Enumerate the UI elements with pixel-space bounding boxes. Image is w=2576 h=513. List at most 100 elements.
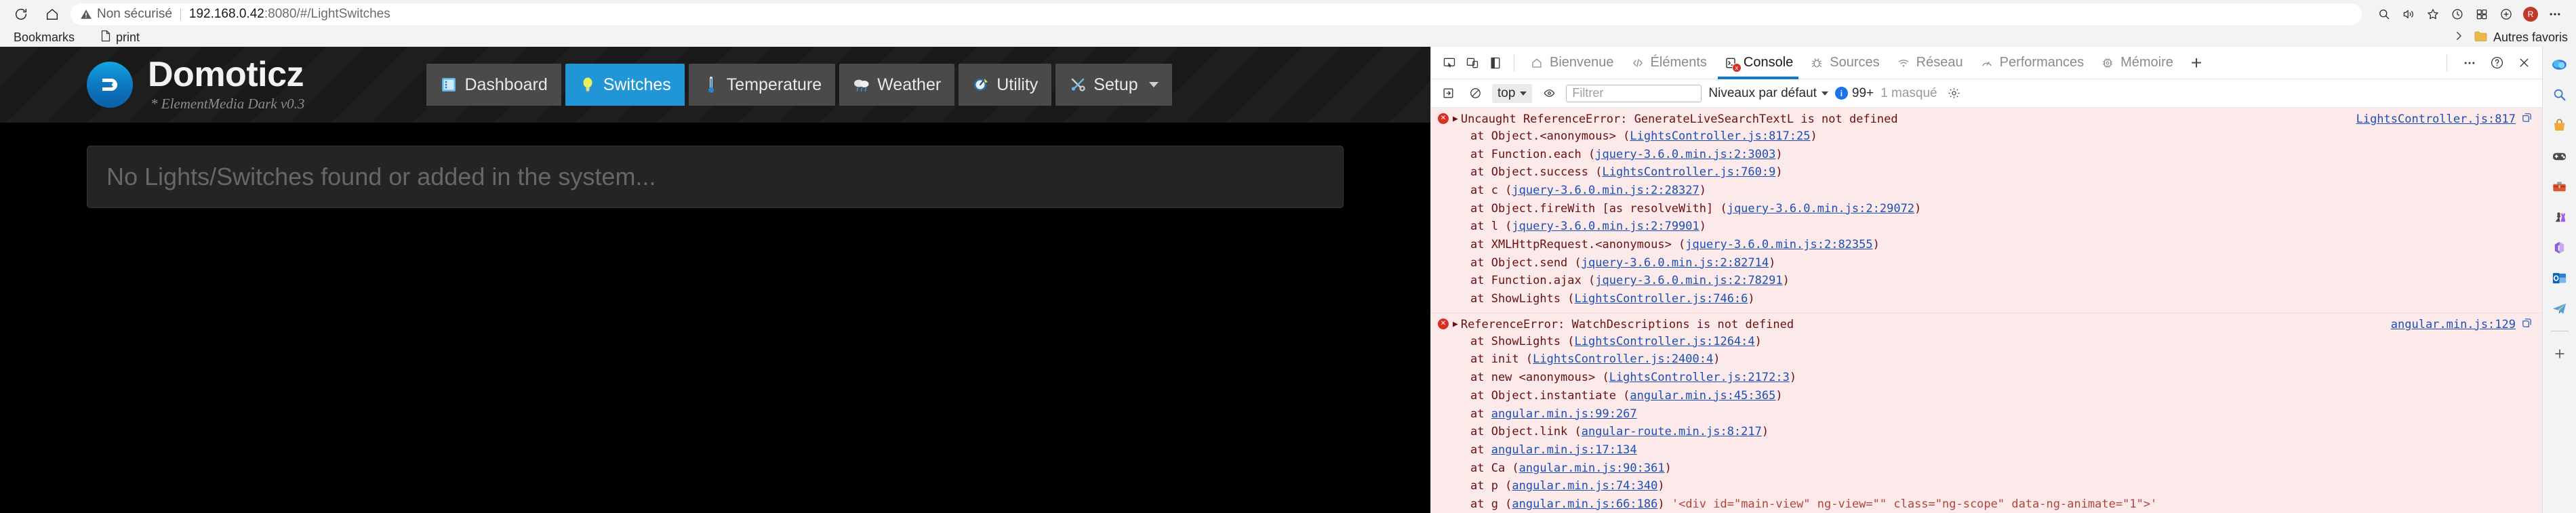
close-devtools-icon[interactable] — [2512, 52, 2535, 75]
refresh-button[interactable] — [9, 3, 33, 26]
games-icon[interactable] — [2549, 145, 2571, 167]
filter-input[interactable]: Filtrer — [1566, 84, 1702, 102]
copilot-icon[interactable] — [2549, 54, 2571, 75]
stack-link[interactable]: jquery-3.6.0.min.js:2:82714 — [1582, 256, 1769, 270]
stack-line[interactable]: at Object.instantiate (angular.min.js:45… — [1470, 387, 2542, 405]
stack-line[interactable]: at Object.send (jquery-3.6.0.min.js:2:82… — [1470, 254, 2542, 272]
browser-essentials-icon[interactable] — [2495, 3, 2518, 26]
stack-line[interactable]: at XMLHttpRequest.<anonymous> (jquery-3.… — [1470, 236, 2542, 254]
shopping-icon[interactable] — [2549, 115, 2571, 136]
security-indicator[interactable]: Non sécurisé — [80, 7, 172, 22]
stack-link[interactable]: angular.min.js:74:340 — [1512, 479, 1657, 493]
stack-line[interactable]: at ShowLights (LightsController.js:746:6… — [1470, 290, 2542, 308]
stack-link[interactable]: angular.min.js:99:267 — [1491, 407, 1637, 421]
read-aloud-icon[interactable] — [2397, 3, 2420, 26]
profile-avatar[interactable]: R — [2519, 3, 2542, 26]
expand-arrow-icon[interactable]: ▶ — [1453, 114, 1458, 124]
stack-line[interactable]: at Object.<anonymous> (LightsController.… — [1470, 127, 2542, 146]
stack-line[interactable]: at g (angular.min.js:66:186) '<div id="m… — [1470, 495, 2542, 513]
bookmarks-overflow-icon[interactable] — [2453, 30, 2465, 45]
tab-reseau[interactable]: Réseau — [1888, 49, 1971, 77]
stack-line[interactable]: at Object.link (angular-route.min.js:8:2… — [1470, 423, 2542, 441]
stack-line[interactable]: at angular.min.js:99:267 — [1470, 405, 2542, 424]
stack-line[interactable]: at c (jquery-3.6.0.min.js:2:28327) — [1470, 182, 2542, 200]
stack-line[interactable]: at ShowLights (LightsController.js:1264:… — [1470, 333, 2542, 351]
stack-link[interactable]: angular.min.js:66:186 — [1512, 497, 1657, 511]
nav-item-setup[interactable]: Setup — [1055, 64, 1172, 106]
issues-counter[interactable]: i 99+ — [1834, 86, 1874, 101]
address-bar[interactable]: Non sécurisé 192.168.0.42:8080/#/LightSw… — [71, 3, 2362, 25]
console-sidebar-icon[interactable] — [1438, 84, 1458, 103]
stack-link[interactable]: angular-route.min.js:8:217 — [1582, 425, 1762, 438]
home-button[interactable] — [41, 3, 64, 26]
stack-line[interactable]: at p (angular.min.js:74:340) — [1470, 477, 2542, 495]
source-link[interactable]: LightsController.js:817 — [2356, 112, 2516, 126]
stack-line[interactable]: at angular.min.js:17:134 — [1470, 441, 2542, 459]
open-in-sources-icon[interactable] — [2521, 112, 2533, 127]
zoom-icon[interactable] — [2373, 3, 2396, 26]
stack-link[interactable]: LightsController.js:1264:4 — [1575, 335, 1755, 348]
nav-item-dashboard[interactable]: Dashboard — [426, 64, 561, 106]
other-favorites-folder[interactable]: Autres favoris — [2474, 30, 2568, 45]
clear-console-icon[interactable] — [1465, 84, 1485, 103]
tools-icon[interactable] — [2549, 176, 2571, 197]
console-message[interactable]: ✕ ▶ ReferenceError: WatchDescriptions is… — [1431, 312, 2542, 513]
stack-link[interactable]: jquery-3.6.0.min.js:2:82355 — [1685, 238, 1872, 251]
nav-item-utility[interactable]: Utility — [959, 64, 1052, 106]
stack-link[interactable]: LightsController.js:2172:3 — [1609, 371, 1790, 384]
tab-performances[interactable]: Performances — [1971, 49, 2093, 77]
stack-link[interactable]: LightsController.js:760:9 — [1602, 165, 1775, 179]
stack-line[interactable]: at new <anonymous> (LightsController.js:… — [1470, 369, 2542, 387]
nav-item-temperature[interactable]: Temperature — [688, 64, 836, 106]
tab-console[interactable]: x Console — [1714, 49, 1802, 79]
tab-bienvenue[interactable]: Bienvenue — [1521, 49, 1622, 77]
log-levels-select[interactable]: Niveaux par défaut — [1708, 86, 1828, 101]
stack-link[interactable]: angular.min.js:17:134 — [1491, 443, 1637, 457]
expand-arrow-icon[interactable]: ▶ — [1453, 319, 1458, 329]
nav-item-weather[interactable]: Weather — [839, 64, 955, 106]
stack-line[interactable]: at Ca (angular.min.js:90:361) — [1470, 459, 2542, 478]
stack-link[interactable]: LightsController.js:817:25 — [1630, 129, 1810, 143]
gear-icon[interactable] — [1944, 84, 1965, 103]
office-icon[interactable] — [2549, 237, 2571, 258]
help-icon[interactable] — [2485, 52, 2508, 75]
settings-more-icon[interactable] — [2543, 3, 2567, 26]
tab-sources[interactable]: Sources — [1801, 49, 1887, 77]
stack-link[interactable]: jquery-3.6.0.min.js:2:79901 — [1512, 220, 1699, 233]
device-toolbar-icon[interactable] — [1461, 52, 1484, 75]
outlook-icon[interactable] — [2549, 267, 2571, 289]
stack-line[interactable]: at l (jquery-3.6.0.min.js:2:79901) — [1470, 218, 2542, 236]
history-icon[interactable] — [2446, 3, 2469, 26]
add-sidebar-icon[interactable] — [2549, 343, 2571, 365]
stack-line[interactable]: at Object.success (LightsController.js:7… — [1470, 163, 2542, 182]
stack-link[interactable]: angular.min.js:90:361 — [1519, 461, 1665, 475]
add-panel-button[interactable]: + — [2181, 52, 2211, 74]
message-source[interactable]: LightsController.js:817 — [2356, 112, 2533, 127]
source-link[interactable]: angular.min.js:129 — [2391, 318, 2516, 331]
telegram-icon[interactable] — [2549, 297, 2571, 319]
execution-context-select[interactable]: top — [1492, 83, 1533, 103]
stack-link[interactable]: jquery-3.6.0.min.js:2:3003 — [1595, 148, 1775, 161]
stack-line[interactable]: at Function.ajax (jquery-3.6.0.min.js:2:… — [1470, 272, 2542, 290]
stack-link[interactable]: LightsController.js:2400:4 — [1533, 352, 1713, 366]
stack-link[interactable]: jquery-3.6.0.min.js:2:28327 — [1512, 184, 1699, 197]
collections-icon[interactable] — [2470, 3, 2493, 26]
message-header[interactable]: ✕ ▶ ReferenceError: WatchDescriptions is… — [1431, 316, 2542, 333]
stack-line[interactable]: at init (LightsController.js:2400:4) — [1470, 350, 2542, 369]
tab-elements[interactable]: Éléments — [1622, 49, 1715, 77]
bookmark-print[interactable]: print — [95, 28, 145, 47]
favorite-star-icon[interactable] — [2421, 3, 2444, 26]
stack-link[interactable]: jquery-3.6.0.min.js:2:29072 — [1727, 202, 1914, 216]
domoticz-brand[interactable]: Domoticz * ElementMedia Dark v0.3 — [87, 57, 304, 112]
search-icon[interactable] — [2549, 84, 2571, 106]
tab-memoire[interactable]: Mémoire — [2092, 49, 2181, 77]
stack-link[interactable]: angular.min.js:45:365 — [1630, 389, 1775, 403]
stack-link[interactable]: LightsController.js:746:6 — [1575, 292, 1748, 306]
nav-item-switches[interactable]: Switches — [565, 64, 685, 106]
message-header[interactable]: ✕ ▶ Uncaught ReferenceError: GenerateLiv… — [1431, 110, 2542, 127]
stack-link[interactable]: jquery-3.6.0.min.js:2:78291 — [1595, 274, 1782, 287]
open-in-sources-icon[interactable] — [2521, 317, 2533, 332]
stack-line[interactable]: at Function.each (jquery-3.6.0.min.js:2:… — [1470, 146, 2542, 164]
console-message[interactable]: ✕ ▶ Uncaught ReferenceError: GenerateLiv… — [1431, 108, 2542, 313]
inspect-element-icon[interactable] — [1438, 52, 1461, 75]
